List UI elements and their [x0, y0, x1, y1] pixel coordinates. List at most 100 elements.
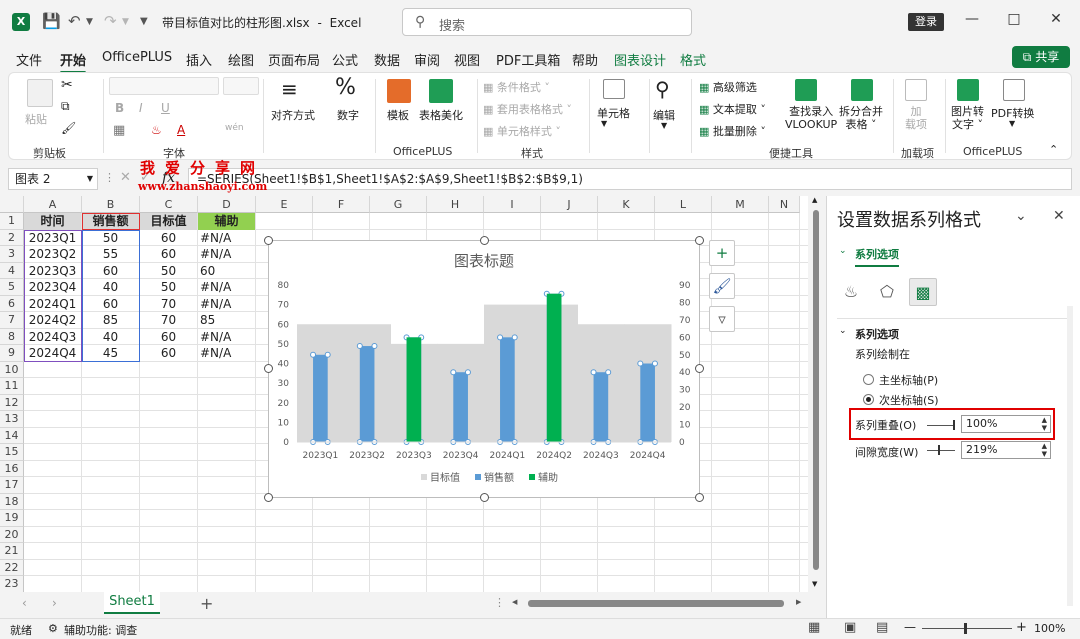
font-color-icon[interactable]: A: [177, 123, 185, 137]
close-window-icon[interactable]: ✕: [1046, 11, 1066, 27]
column-header[interactable]: C: [140, 196, 198, 213]
column-header[interactable]: A: [24, 196, 82, 213]
next-sheet-icon[interactable]: ›: [52, 596, 57, 610]
tab-officeplus[interactable]: OfficePLUS: [102, 50, 172, 65]
percent-icon[interactable]: %: [335, 75, 356, 100]
section-collapse-icon[interactable]: ⌄: [839, 326, 847, 336]
overlap-slider-knob[interactable]: [953, 420, 955, 430]
spinner-arrows-icon[interactable]: ▲ ▼: [1042, 416, 1047, 432]
split-merge-icon[interactable]: [851, 79, 873, 101]
data-cell[interactable]: 50: [140, 279, 197, 296]
column-header[interactable]: F: [313, 196, 370, 213]
search-box[interactable]: ⚲ 搜索: [402, 8, 692, 36]
redo-dropdown-icon[interactable]: ▼: [122, 17, 129, 27]
row-header[interactable]: 9: [0, 345, 24, 362]
image-to-text-icon[interactable]: [957, 79, 979, 101]
tab-view[interactable]: 视图: [454, 50, 480, 69]
primary-axis-label[interactable]: 主坐标轴(P): [879, 372, 938, 388]
chart-resize-handle[interactable]: [695, 236, 704, 245]
row-header[interactable]: 22: [0, 559, 24, 576]
image-to-text-button[interactable]: 图片转 文字 ˅: [951, 105, 984, 131]
section-series-options[interactable]: 系列选项: [855, 326, 899, 342]
minimize-icon[interactable]: —: [962, 11, 982, 27]
split-handle-icon[interactable]: ⋮: [494, 596, 505, 609]
row-header[interactable]: 16: [0, 460, 24, 477]
data-cell[interactable]: 60: [140, 230, 197, 247]
vertical-scrollbar[interactable]: ▲ ▼: [808, 196, 824, 592]
font-size-select[interactable]: [223, 77, 259, 95]
column-header[interactable]: N: [769, 196, 800, 213]
row-header[interactable]: 19: [0, 510, 24, 527]
row-header[interactable]: 12: [0, 394, 24, 411]
data-cell[interactable]: 60: [140, 345, 197, 362]
column-header[interactable]: M: [712, 196, 769, 213]
alignment-button[interactable]: 对齐方式: [271, 107, 315, 123]
customize-qat-icon[interactable]: ▼: [140, 16, 148, 27]
pdf-convert-icon[interactable]: [1003, 79, 1025, 101]
addins-icon[interactable]: [905, 79, 927, 101]
paste-button[interactable]: 粘贴: [25, 111, 47, 127]
row-header[interactable]: 15: [0, 444, 24, 461]
chart-resize-handle[interactable]: [264, 364, 273, 373]
chart-resize-handle[interactable]: [264, 493, 273, 502]
vertical-scroll-thumb[interactable]: [813, 210, 819, 570]
align-icon[interactable]: ≡: [281, 77, 298, 101]
undo-dropdown-icon[interactable]: ▼: [86, 17, 93, 27]
tab-insert[interactable]: 插入: [186, 50, 212, 69]
row-header[interactable]: 11: [0, 378, 24, 395]
name-box[interactable]: 图表 2 ▼: [8, 168, 98, 190]
maximize-icon[interactable]: □: [1004, 11, 1024, 27]
row-header[interactable]: 17: [0, 477, 24, 494]
pane-tab-series-options[interactable]: 系列选项: [855, 246, 899, 267]
conditional-format-button[interactable]: ▦ 条件格式 ˅: [483, 79, 550, 95]
data-cell[interactable]: 50: [140, 263, 197, 280]
data-cell[interactable]: #N/A: [198, 230, 255, 247]
template-icon[interactable]: [387, 79, 411, 103]
italic-button[interactable]: I: [139, 101, 143, 115]
row-header[interactable]: 6: [0, 295, 24, 312]
page-layout-view-icon[interactable]: ▣: [844, 620, 856, 635]
row-header[interactable]: 3: [0, 246, 24, 263]
row-header[interactable]: 14: [0, 427, 24, 444]
data-cell[interactable]: 85: [198, 312, 255, 329]
data-cell[interactable]: 60: [140, 329, 197, 346]
data-cell[interactable]: 60: [198, 263, 255, 280]
pane-scrollbar[interactable]: [1067, 306, 1073, 606]
row-header[interactable]: 2: [0, 229, 24, 246]
edit-search-icon[interactable]: ⚲: [655, 77, 670, 101]
gap-width-slider[interactable]: [927, 450, 955, 451]
data-cell[interactable]: #N/A: [198, 296, 255, 313]
sheet-tab-sheet1[interactable]: Sheet1: [104, 592, 160, 614]
tab-format[interactable]: 格式: [680, 50, 706, 69]
cancel-icon[interactable]: ✕: [120, 170, 131, 185]
paste-icon[interactable]: [27, 79, 53, 107]
data-cell[interactable]: #N/A: [198, 246, 255, 263]
redo-icon[interactable]: ↷: [104, 12, 117, 30]
zoom-slider-knob[interactable]: [964, 623, 967, 634]
page-break-view-icon[interactable]: ▤: [876, 620, 888, 635]
phonetic-icon[interactable]: wén: [225, 123, 244, 133]
tab-home[interactable]: 开始: [60, 50, 87, 74]
gap-width-spinner[interactable]: 219% ▲ ▼: [961, 441, 1051, 459]
vlookup-icon[interactable]: [795, 79, 817, 101]
column-header[interactable]: L: [655, 196, 712, 213]
row-header[interactable]: 23: [0, 576, 24, 593]
row-header[interactable]: 18: [0, 493, 24, 510]
column-header[interactable]: B: [82, 196, 140, 213]
row-header[interactable]: 5: [0, 279, 24, 296]
tab-file[interactable]: 文件: [16, 50, 42, 69]
prev-sheet-icon[interactable]: ‹: [22, 596, 27, 610]
chart-filter-icon[interactable]: ▿: [709, 306, 735, 332]
primary-axis-radio[interactable]: [863, 374, 874, 385]
cell-style-button[interactable]: ▦ 单元格样式 ˅: [483, 123, 561, 139]
column-header[interactable]: E: [256, 196, 313, 213]
data-cell[interactable]: 60: [140, 246, 197, 263]
tab-page-layout[interactable]: 页面布局: [268, 50, 320, 69]
vlookup-button[interactable]: 查找录入 VLOOKUP: [785, 105, 837, 131]
row-header[interactable]: 4: [0, 262, 24, 279]
number-format-button[interactable]: 数字: [337, 107, 359, 123]
row-header[interactable]: 8: [0, 328, 24, 345]
tab-chart-design[interactable]: 图表设计: [614, 50, 666, 69]
chart-object[interactable]: 图表标题 0 10 20 30 40 50 60 70 80 0 10 20 30 40 50 60 70 80 90…: [268, 240, 700, 498]
chart-elements-icon[interactable]: +: [709, 240, 735, 266]
